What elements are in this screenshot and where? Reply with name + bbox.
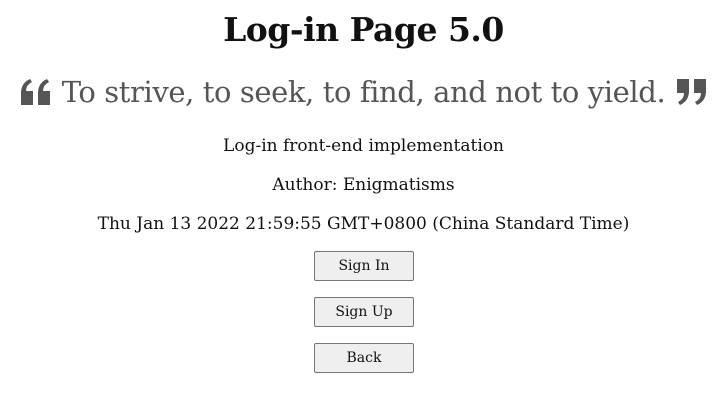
quote-text: To strive, to seek, to find, and not to …	[61, 75, 666, 109]
page-title: Log-in Page 5.0	[223, 10, 504, 49]
quote-right-icon	[675, 78, 707, 106]
quote-left-icon	[20, 78, 52, 106]
sign-in-button[interactable]: Sign In	[314, 251, 414, 281]
subtitle: Log-in front-end implementation	[223, 136, 504, 156]
datetime-text: Thu Jan 13 2022 21:59:55 GMT+0800 (China…	[97, 214, 630, 234]
author-text: Author: Enigmatisms	[272, 175, 455, 195]
sign-up-button[interactable]: Sign Up	[314, 297, 414, 327]
quote-block: To strive, to seek, to find, and not to …	[0, 74, 727, 110]
back-button[interactable]: Back	[314, 343, 414, 373]
